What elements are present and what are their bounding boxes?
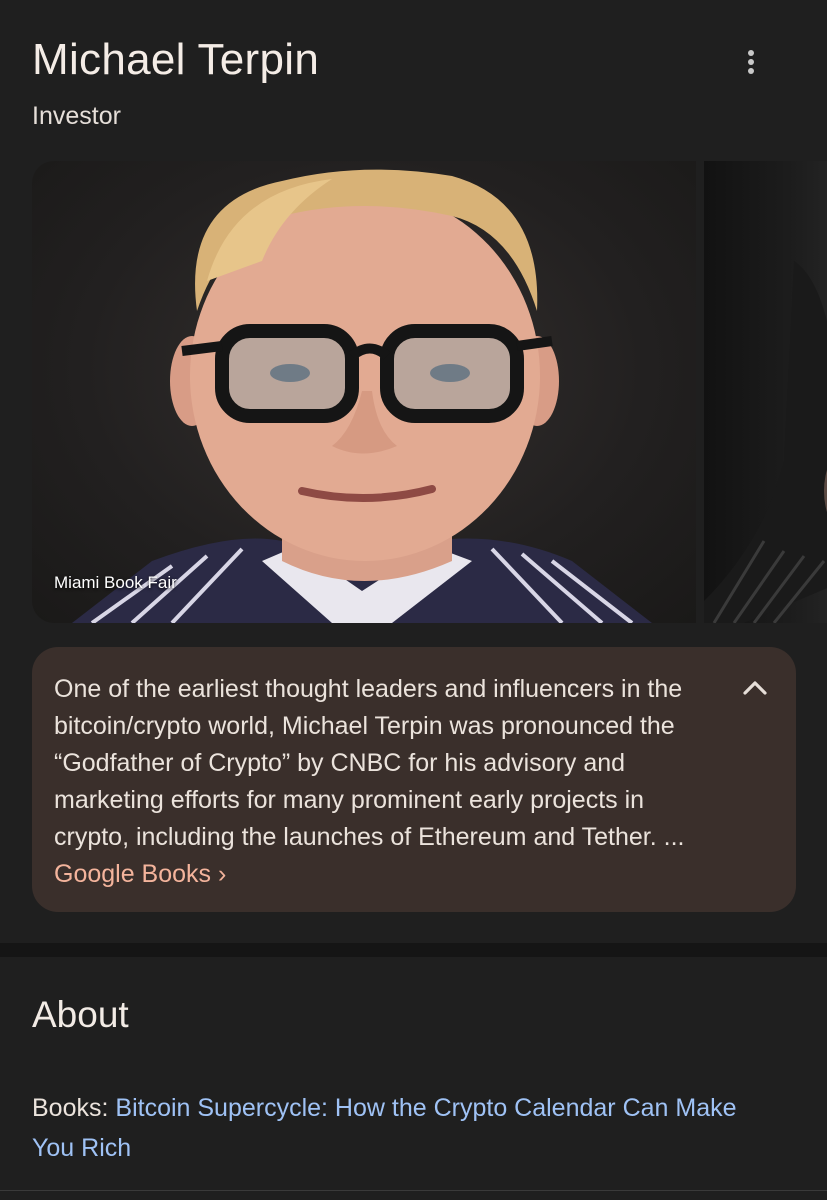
about-heading: About <box>32 994 129 1035</box>
more-options-button[interactable] <box>733 44 769 80</box>
collapse-button[interactable] <box>737 671 773 707</box>
entity-title: Michael Terpin <box>32 35 320 84</box>
image-carousel[interactable]: Miami Book Fair <box>32 161 827 623</box>
description-card: One of the earliest thought leaders and … <box>32 647 796 912</box>
entity-subtitle: Investor <box>32 102 121 130</box>
google-books-link[interactable]: Google Books › <box>54 860 226 888</box>
books-label: Books: <box>32 1094 109 1122</box>
knowledge-panel-header: Michael Terpin Investor <box>32 34 827 130</box>
section-divider <box>0 943 827 957</box>
next-photo-preview[interactable] <box>704 161 827 623</box>
chevron-right-icon: › <box>218 860 227 888</box>
description-body: One of the earliest thought leaders and … <box>54 675 685 851</box>
more-vertical-icon <box>748 50 754 56</box>
books-row: Books: Bitcoin Supercycle: How the Crypt… <box>32 1088 772 1168</box>
description-text: One of the earliest thought leaders and … <box>54 671 724 893</box>
image-source-caption: Miami Book Fair <box>54 573 177 592</box>
portrait-illustration <box>72 169 652 623</box>
bottom-divider <box>0 1190 827 1191</box>
book-link[interactable]: Bitcoin Supercycle: How the Crypto Calen… <box>32 1094 737 1162</box>
entity-photo[interactable]: Miami Book Fair <box>32 161 696 623</box>
chevron-up-icon <box>743 681 767 695</box>
